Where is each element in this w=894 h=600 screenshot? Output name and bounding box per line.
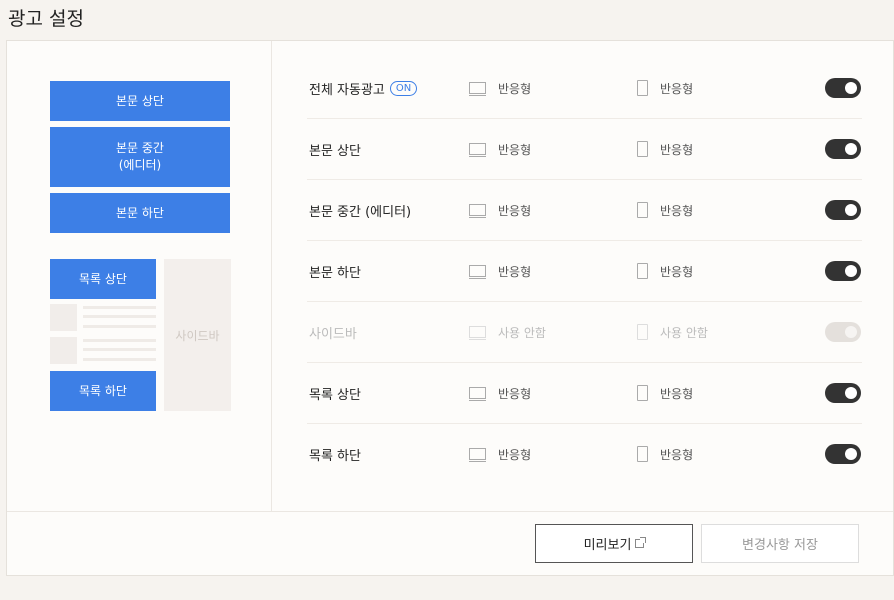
monitor-icon: [469, 204, 486, 218]
row-label: 본문 상단: [309, 143, 361, 159]
preview-block-body-middle-line2: (에디터): [118, 158, 162, 172]
preview-block-body-bottom: 본문 하단: [50, 193, 230, 233]
setting-row-body-middle: 본문 중간 (에디터) 반응형 반응형: [307, 181, 862, 241]
mobile-phone-icon: [637, 141, 648, 157]
toggle-knob: [845, 265, 857, 277]
setting-row-auto-ads: 전체 자동광고 ON 반응형 반응형: [307, 59, 862, 119]
pc-setting: 반응형: [469, 120, 531, 178]
setting-row-body-bottom: 본문 하단 반응형 반응형: [307, 242, 862, 302]
mobile-phone-icon: [637, 80, 648, 96]
toggle-list-bottom[interactable]: [825, 444, 861, 464]
preview-block-body-middle-line1: 본문 중간: [116, 141, 164, 155]
mobile-setting: 반응형: [637, 364, 693, 422]
mobile-phone-icon: [637, 202, 648, 218]
row-label: 전체 자동광고: [309, 82, 385, 98]
mobile-phone-icon: [637, 263, 648, 279]
row-label: 본문 하단: [309, 265, 361, 281]
pc-value: 반응형: [498, 81, 532, 96]
ad-settings-panel: 본문 상단 본문 중간 (에디터) 본문 하단 목록 상단 목록 하단 사이드바…: [6, 40, 894, 576]
row-label-container: 전체 자동광고 ON: [309, 59, 418, 117]
row-label: 본문 중간 (에디터): [309, 204, 412, 220]
preview-block-sidebar: 사이드바: [164, 259, 231, 411]
toggle-body-top[interactable]: [825, 139, 861, 159]
on-badge: ON: [389, 80, 418, 96]
pc-value: 반응형: [498, 386, 532, 401]
list-line-placeholder: [83, 325, 156, 328]
pc-value: 반응형: [498, 142, 532, 157]
mobile-setting: 반응형: [637, 59, 693, 117]
panel-footer: 미리보기 변경사항 저장: [7, 511, 893, 576]
toggle-knob: [845, 448, 857, 460]
mobile-value: 반응형: [660, 386, 694, 401]
pc-setting: 반응형: [469, 425, 531, 483]
preview-block-body-top: 본문 상단: [50, 81, 230, 121]
preview-button[interactable]: 미리보기: [535, 524, 693, 563]
list-line-placeholder: [83, 348, 156, 351]
pc-setting: 반응형: [469, 242, 531, 300]
row-label: 사이드바: [309, 326, 357, 342]
toggle-body-bottom[interactable]: [825, 261, 861, 281]
preview-block-list-bottom: 목록 하단: [50, 371, 156, 411]
ad-layout-preview: 본문 상단 본문 중간 (에디터) 본문 하단 목록 상단 목록 하단 사이드바: [7, 41, 272, 511]
setting-row-list-top: 목록 상단 반응형 반응형: [307, 364, 862, 424]
mobile-value: 반응형: [660, 203, 694, 218]
preview-block-list-top: 목록 상단: [50, 259, 156, 299]
mobile-setting: 사용 안함: [637, 303, 708, 361]
pc-value: 반응형: [498, 203, 532, 218]
setting-row-list-bottom: 목록 하단 반응형 반응형: [307, 425, 862, 485]
mobile-setting: 반응형: [637, 181, 693, 239]
list-line-placeholder: [83, 358, 156, 361]
preview-button-label: 미리보기: [583, 538, 632, 553]
monitor-icon: [469, 326, 486, 340]
pc-setting: 반응형: [469, 181, 531, 239]
toggle-knob: [845, 82, 857, 94]
page-title: 광고 설정: [8, 8, 84, 30]
toggle-auto-ads[interactable]: [825, 78, 861, 98]
pc-value: 사용 안함: [498, 325, 546, 340]
toggle-knob: [845, 204, 857, 216]
monitor-icon: [469, 448, 486, 462]
monitor-icon: [469, 143, 486, 157]
mobile-setting: 반응형: [637, 242, 693, 300]
mobile-setting: 반응형: [637, 120, 693, 178]
pc-setting: 반응형: [469, 364, 531, 422]
setting-row-body-top: 본문 상단 반응형 반응형: [307, 120, 862, 180]
mobile-value: 사용 안함: [660, 325, 708, 340]
monitor-icon: [469, 265, 486, 279]
pc-setting: 사용 안함: [469, 303, 546, 361]
pc-value: 반응형: [498, 264, 532, 279]
toggle-knob: [845, 143, 857, 155]
external-link-icon: [635, 537, 647, 548]
mobile-value: 반응형: [660, 447, 694, 462]
mobile-phone-icon: [637, 446, 648, 462]
pc-value: 반응형: [498, 447, 532, 462]
mobile-phone-icon: [637, 324, 648, 340]
list-thumbnail-placeholder: [50, 304, 77, 331]
row-label: 목록 상단: [309, 387, 361, 403]
toggle-knob: [845, 326, 857, 338]
toggle-body-middle[interactable]: [825, 200, 861, 220]
preview-block-body-middle: 본문 중간 (에디터): [50, 127, 230, 187]
monitor-icon: [469, 387, 486, 401]
monitor-icon: [469, 82, 486, 96]
list-line-placeholder: [83, 306, 156, 309]
mobile-value: 반응형: [660, 264, 694, 279]
mobile-value: 반응형: [660, 142, 694, 157]
pc-setting: 반응형: [469, 59, 531, 117]
mobile-setting: 반응형: [637, 425, 693, 483]
toggle-sidebar[interactable]: [825, 322, 861, 342]
mobile-phone-icon: [637, 385, 648, 401]
list-thumbnail-placeholder: [50, 337, 77, 364]
list-line-placeholder: [83, 315, 156, 318]
setting-row-sidebar: 사이드바 사용 안함 사용 안함: [307, 303, 862, 363]
list-line-placeholder: [83, 339, 156, 342]
row-label: 목록 하단: [309, 448, 361, 464]
toggle-list-top[interactable]: [825, 383, 861, 403]
mobile-value: 반응형: [660, 81, 694, 96]
toggle-knob: [845, 387, 857, 399]
save-changes-button[interactable]: 변경사항 저장: [701, 524, 859, 563]
